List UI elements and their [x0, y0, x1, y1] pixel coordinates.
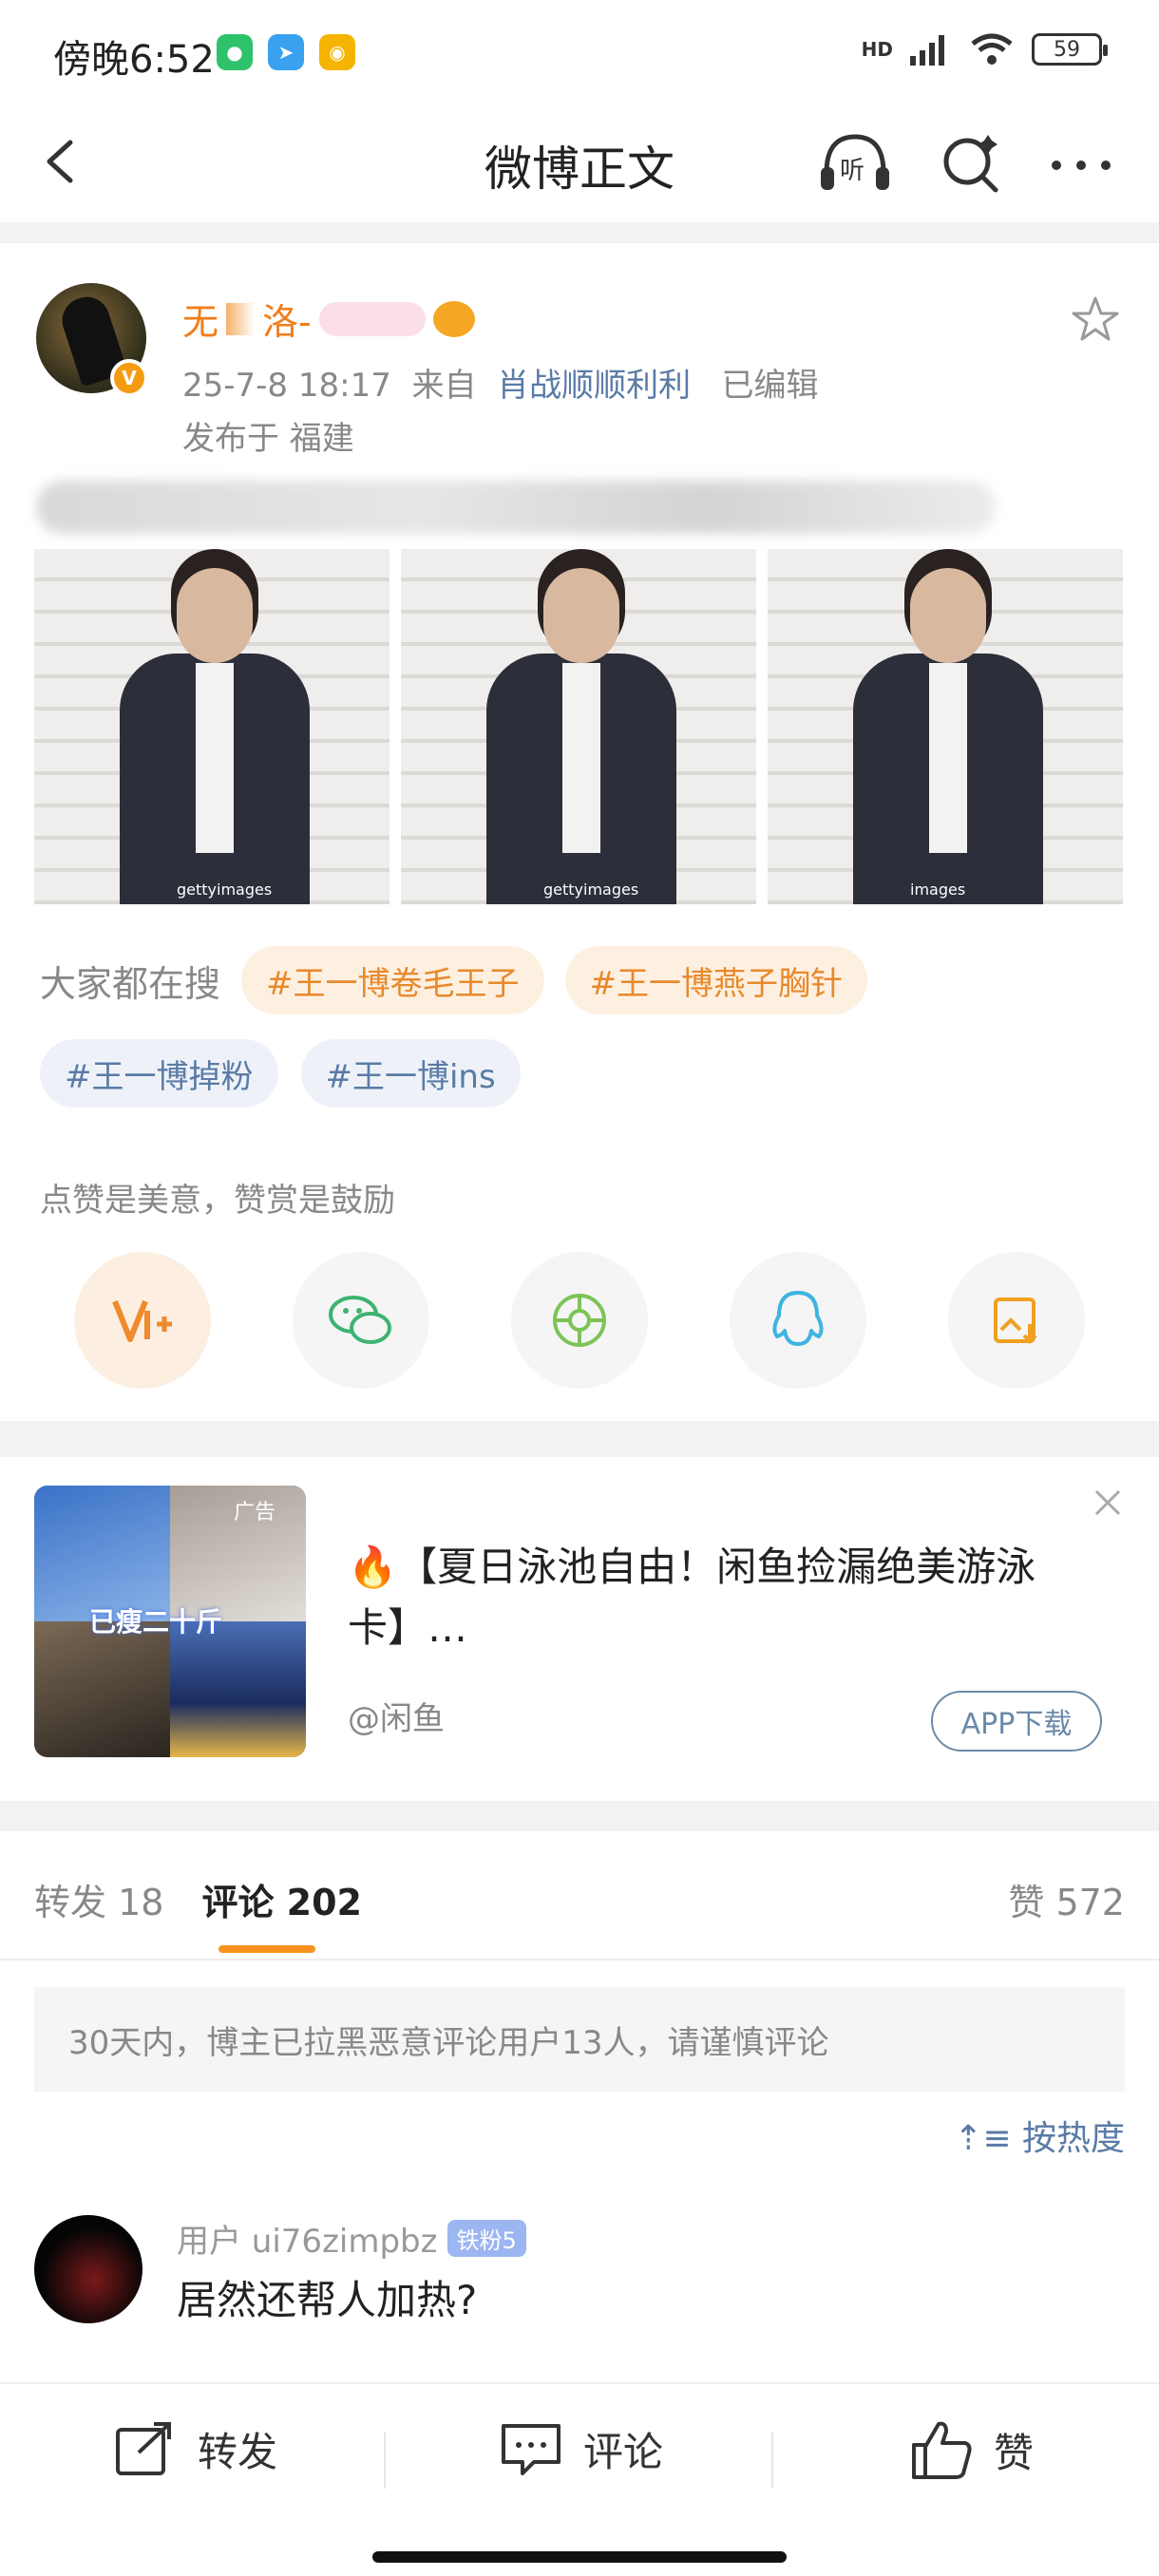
- status-right: HD 59: [861, 32, 1108, 66]
- network-label: HD: [861, 38, 893, 61]
- thumbs-up-icon: [912, 2421, 972, 2479]
- repost-icon: [116, 2422, 171, 2475]
- moments-icon: [553, 1294, 606, 1347]
- post-date: 25-7-8 18:17: [182, 367, 391, 405]
- post-from-label: 来自: [411, 367, 477, 405]
- fan-level-badge: 铁粉5: [446, 2220, 526, 2257]
- post-card: V 无 洛- 25-7-8 18:17 来自 肖战顺顺利利 已编辑 发布于 福建…: [0, 243, 1159, 1421]
- search-icon[interactable]: [937, 131, 1003, 198]
- hot-search-label: 大家都在搜: [40, 962, 221, 1005]
- photo-watermark: gettyimages: [177, 881, 273, 899]
- member-badge: [318, 301, 426, 336]
- post-photo[interactable]: gettyimages: [401, 549, 756, 904]
- share-row: [74, 1252, 1085, 1389]
- ad-headline-text: 【夏日泳池自由！闲鱼捡漏绝美游泳卡】…: [348, 1544, 1036, 1651]
- weibo-post-page: 傍晚6:52 ● ➤ ◉ HD 59 微博正文 听 V 无 洛- 25-7-8 …: [0, 0, 1159, 2576]
- ad-thumbnail[interactable]: 已瘦二十斤: [34, 1486, 306, 1757]
- hot-search-tag[interactable]: #王一博掉粉: [40, 1039, 278, 1108]
- photo-watermark: images: [910, 881, 966, 899]
- verified-badge: V: [110, 359, 148, 397]
- comment-notice: 30天内，博主已拉黑恶意评论用户13人，请谨慎评论: [34, 1987, 1125, 2092]
- author-name-part1: 无: [182, 301, 219, 343]
- ad-tag: 广告: [234, 1501, 276, 1525]
- post-tabs: 转发 18 评论 202: [34, 1873, 362, 1953]
- photo-watermark: gettyimages: [543, 881, 639, 899]
- divider: [384, 2432, 386, 2489]
- post-location: 发布于 福建: [182, 420, 354, 458]
- fan-emoji-badge: [432, 300, 475, 337]
- author-name-obscured: [226, 302, 256, 335]
- home-indicator[interactable]: [372, 2551, 787, 2563]
- headphones-listen-icon[interactable]: 听: [817, 129, 893, 196]
- comments-section: 转发 18 评论 202 赞 572 30天内，博主已拉黑恶意评论用户13人，请…: [0, 1831, 1159, 2382]
- qq-icon: [772, 1291, 824, 1346]
- like-button[interactable]: 赞: [908, 2418, 1034, 2481]
- close-icon[interactable]: [1089, 1484, 1127, 1522]
- comment-text[interactable]: 居然还帮人加热?: [177, 2268, 477, 2326]
- tab-repost[interactable]: 转发 18: [34, 1873, 163, 1925]
- post-text-blurred: [36, 481, 996, 534]
- notification-icons: ● ➤ ◉: [217, 34, 355, 70]
- ad-source: @闲鱼: [348, 1700, 445, 1738]
- v-plus-icon: [112, 1299, 172, 1342]
- hot-search-tag[interactable]: #王一博ins: [300, 1039, 521, 1108]
- share-moments-button[interactable]: [511, 1252, 648, 1389]
- signal-icon: [910, 35, 944, 66]
- bottom-action-bar: 转发 评论 赞: [0, 2382, 1159, 2576]
- top-nav-bar: 微博正文 听: [0, 104, 1159, 222]
- hot-search-row: 大家都在搜 #王一博卷毛王子 #王一博燕子胸针: [40, 946, 868, 1014]
- comment-label: 评论: [583, 2428, 664, 2475]
- repost-button[interactable]: 转发: [112, 2418, 277, 2479]
- status-bar: 傍晚6:52 ● ➤ ◉ HD 59: [0, 0, 1159, 104]
- wechat-icon: [329, 1296, 391, 1344]
- post-photo[interactable]: images: [768, 549, 1123, 904]
- post-photo[interactable]: gettyimages: [34, 549, 390, 904]
- tab-comment[interactable]: 评论 202: [201, 1873, 362, 1925]
- weibo-icon: ◉: [319, 34, 355, 70]
- hot-search-tag[interactable]: #王一博燕子胸针: [564, 946, 868, 1014]
- send-icon: ➤: [268, 34, 304, 70]
- wifi-icon: [971, 33, 1013, 65]
- commenter-name-row: 用户 ui76zimpbz 铁粉5: [177, 2215, 526, 2262]
- post-photos: gettyimages gettyimages images: [34, 549, 1123, 904]
- post-source-link[interactable]: 肖战顺顺利利: [497, 367, 691, 405]
- ad-sticker-text: 已瘦二十斤: [89, 1606, 223, 1638]
- post-meta: 25-7-8 18:17 来自 肖战顺顺利利 已编辑: [182, 359, 819, 406]
- ad-card[interactable]: 已瘦二十斤 广告 🔥【夏日泳池自由！闲鱼捡漏绝美游泳卡】… @闲鱼 APP下载: [0, 1457, 1159, 1801]
- hot-search-tag[interactable]: #王一博卷毛王子: [241, 946, 544, 1014]
- sort-by-hot-button[interactable]: ⇡≡ 按热度: [954, 2111, 1125, 2160]
- like-label: 赞: [994, 2429, 1035, 2476]
- comment-button[interactable]: 评论: [498, 2418, 663, 2479]
- app-download-button[interactable]: APP下载: [931, 1691, 1102, 1752]
- commenter-avatar[interactable]: [34, 2215, 142, 2323]
- status-time: 傍晚6:52: [53, 38, 215, 82]
- ad-headline[interactable]: 🔥【夏日泳池自由！闲鱼捡漏绝美游泳卡】…: [348, 1537, 1098, 1658]
- divider: [0, 1959, 1159, 1960]
- author-name[interactable]: 无 洛-: [182, 293, 475, 345]
- svg-text:听: 听: [840, 157, 864, 185]
- fire-icon: 🔥: [348, 1544, 398, 1590]
- reward-hint: 点赞是美意，赞赏是鼓励: [40, 1182, 395, 1220]
- wechat-icon: ●: [217, 34, 253, 70]
- repost-label: 转发: [198, 2428, 278, 2475]
- battery-icon: 59: [1032, 33, 1108, 66]
- more-icon[interactable]: [1045, 131, 1117, 198]
- commenter-name[interactable]: 用户 ui76zimpbz: [177, 2215, 438, 2262]
- comment-icon: [502, 2424, 560, 2475]
- divider: [771, 2432, 773, 2489]
- save-image-button[interactable]: [948, 1252, 1085, 1389]
- share-wechat-button[interactable]: [293, 1252, 429, 1389]
- save-image-icon: [994, 1297, 1037, 1344]
- tab-likes[interactable]: 赞 572: [1008, 1873, 1125, 1925]
- active-tab-indicator: [218, 1945, 315, 1953]
- reward-button[interactable]: [74, 1252, 211, 1389]
- favorite-star-icon[interactable]: [1070, 294, 1121, 346]
- author-name-part2: 洛-: [262, 301, 312, 343]
- share-qq-button[interactable]: [730, 1252, 866, 1389]
- sort-label: 按热度: [1021, 2119, 1125, 2158]
- hot-search-row: #王一博掉粉 #王一博ins: [40, 1039, 521, 1108]
- edited-label: 已编辑: [721, 367, 819, 405]
- sort-icon: ⇡≡: [954, 2119, 1022, 2158]
